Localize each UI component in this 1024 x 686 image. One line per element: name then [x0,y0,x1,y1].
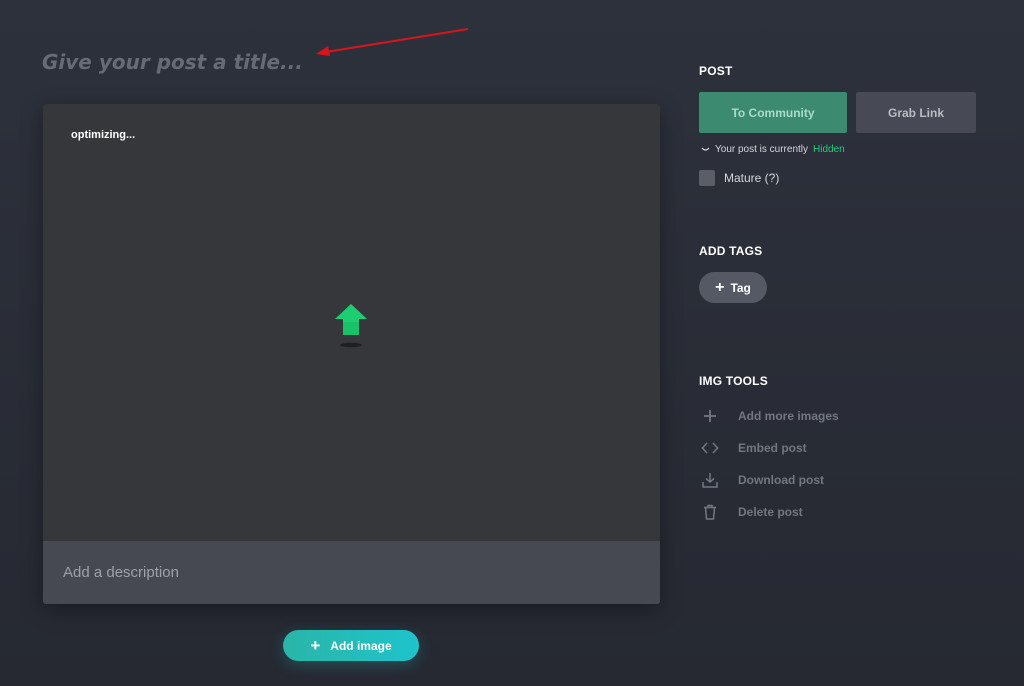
embed-post-tool[interactable]: Embed post [701,439,807,457]
eye-closed-icon [701,147,710,151]
to-community-button[interactable]: To Community [699,92,847,133]
tags-heading: ADD TAGS [699,244,763,258]
tag-button-label: Tag [730,280,751,295]
plus-icon: + [715,278,725,296]
plus-icon [704,410,716,422]
annotation-arrow-icon [316,28,469,56]
mature-toggle[interactable]: Mature (?) [699,170,779,186]
add-image-button[interactable]: + Add image [283,630,419,661]
tool-label: Embed post [738,441,807,455]
code-icon [701,442,719,454]
visibility-status: Your post is currently Hidden [701,144,845,155]
mature-label: Mature (?) [724,171,780,185]
post-heading: POST [699,64,733,78]
trash-icon [704,504,716,520]
download-icon [702,473,718,488]
tool-label: Add more images [738,409,839,423]
delete-post-tool[interactable]: Delete post [701,503,803,521]
grab-link-button[interactable]: Grab Link [856,92,976,133]
description-input[interactable] [43,541,660,604]
tool-label: Delete post [738,505,803,519]
tool-label: Download post [738,473,824,487]
upload-arrow-icon [335,304,367,348]
add-image-label: Add image [330,638,392,653]
mature-checkbox[interactable] [699,170,715,186]
add-tag-button[interactable]: + Tag [699,272,767,303]
add-more-images-tool[interactable]: Add more images [701,407,839,425]
visibility-text: Your post is currently [715,144,809,155]
img-tools-heading: IMG TOOLS [699,374,768,388]
upload-status: optimizing... [71,129,136,141]
download-post-tool[interactable]: Download post [701,471,824,489]
plus-icon: + [310,636,321,655]
image-editor-panel: optimizing... [43,104,660,604]
visibility-state-link[interactable]: Hidden [813,144,845,155]
sidebar: POST To Community Grab Link Your post is… [699,0,989,686]
